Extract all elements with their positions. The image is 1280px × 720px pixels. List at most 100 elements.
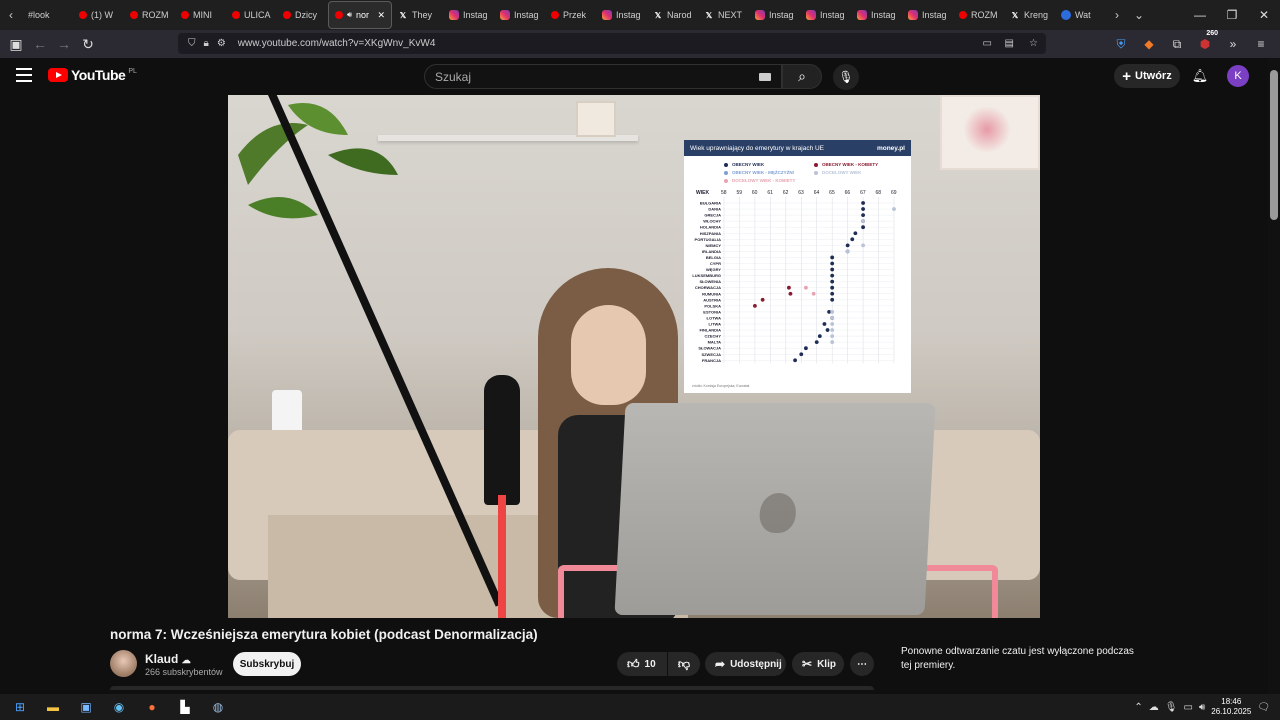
taskbar-clock[interactable]: 18:46 26.10.2025	[1211, 697, 1251, 717]
shield-icon[interactable]: ⛉	[188, 38, 196, 49]
extension-fox-icon[interactable]: ◆	[1136, 32, 1162, 56]
dislike-button[interactable]: 👎︎	[668, 652, 700, 676]
close-tab-icon[interactable]: ✕	[377, 10, 385, 21]
microphone-tray-icon[interactable]: 🎙︎	[1165, 702, 1178, 713]
chart-point	[825, 328, 830, 332]
browser-tab[interactable]: Instag	[749, 1, 800, 29]
browser-tab[interactable]: ULICA	[226, 1, 277, 29]
file-explorer-icon[interactable]: ▬	[40, 695, 66, 719]
browser-tab[interactable]: Przek	[545, 1, 596, 29]
description-box[interactable]	[110, 686, 874, 690]
keyboard-icon[interactable]	[759, 73, 771, 81]
bookmark-star-icon[interactable]: ☆	[1029, 38, 1038, 49]
account-avatar[interactable]: K	[1227, 65, 1249, 87]
youtube-logo[interactable]: YouTube PL	[48, 67, 137, 83]
scrollbar-thumb[interactable]	[1270, 70, 1278, 220]
browser-tab[interactable]: Instag	[851, 1, 902, 29]
permissions-icon[interactable]: ⚙︎	[217, 38, 226, 49]
chart-category-label: HOLANDIA	[700, 225, 721, 230]
browser-tab[interactable]: 𝕏 They	[392, 1, 443, 29]
browser-tab[interactable]: 𝕏 NEXT	[698, 1, 749, 29]
browser-tab[interactable]: Instag	[494, 1, 545, 29]
sidebar-toggle-icon[interactable]: ▣	[4, 32, 28, 56]
reload-icon[interactable]: ↻	[76, 32, 100, 56]
close-window-icon[interactable]: ✕	[1248, 0, 1280, 30]
overflow-icon[interactable]: »	[1220, 32, 1246, 56]
extension-shield-icon[interactable]: ⛨	[1108, 32, 1134, 56]
browser-tab[interactable]: Instag	[596, 1, 647, 29]
extensions-icon[interactable]: ⧉	[1164, 32, 1190, 56]
browser-tab-label: ROZM	[142, 10, 169, 20]
browser-tab-label: Instag	[820, 10, 845, 20]
firefox-icon[interactable]: ●	[139, 695, 165, 719]
browser-tab[interactable]: #look	[22, 1, 73, 29]
chart-legend-dot	[724, 163, 728, 168]
share-button[interactable]: ➦ Udostępnij	[705, 652, 786, 676]
ublock-icon[interactable]: ⬢ 260	[1192, 30, 1218, 56]
chart-point	[814, 340, 819, 345]
youtube-favicon-icon	[232, 11, 240, 19]
steam-icon[interactable]: ◉	[106, 695, 132, 719]
windows-start-icon[interactable]: ⊞	[7, 695, 33, 719]
tab-scroll-left-icon[interactable]: ‹	[0, 1, 22, 29]
browser-tab[interactable]: Instag	[800, 1, 851, 29]
browser-tab-label: Przek	[563, 10, 587, 20]
chart-category-label: FINLANDIA	[699, 328, 721, 333]
onedrive-icon[interactable]: ☁	[1149, 702, 1159, 713]
browser-tab[interactable]: ROZM	[124, 1, 175, 29]
page-scrollbar[interactable]	[1268, 58, 1280, 694]
tab-list-dropdown-icon[interactable]: ⌄	[1128, 1, 1150, 29]
chart-category-label: CHORWACJA	[695, 285, 721, 290]
back-icon[interactable]: ←	[28, 32, 52, 56]
lock-icon[interactable]: 🔒︎	[204, 38, 209, 49]
chart-category-label: LUKSEMBURG	[692, 273, 721, 278]
video-player[interactable]: Wiek uprawniający do emerytury w krajach…	[228, 95, 1040, 618]
like-button[interactable]: 👍︎ 10	[617, 652, 667, 676]
volume-icon[interactable]: 🔊︎	[1199, 702, 1205, 713]
menu-icon[interactable]: ≡	[1248, 32, 1274, 56]
chart-legend-label: DOCELOWY WIEK	[822, 169, 862, 175]
search-input[interactable]: Szukaj	[424, 64, 782, 89]
browser-tab[interactable]: Dzicy	[277, 1, 328, 29]
chart-point	[830, 328, 835, 332]
chart-point	[892, 207, 896, 211]
search-button[interactable]: ⌕	[782, 64, 822, 89]
restore-icon[interactable]: ❐	[1216, 0, 1248, 30]
browser-tab[interactable]: 𝕏 Narod	[647, 1, 698, 29]
audio-playing-icon[interactable]: 🔊︎	[347, 10, 352, 20]
network-icon[interactable]: ▭	[1183, 702, 1192, 713]
taskbar-app-icon[interactable]: ▣	[73, 695, 99, 719]
channel-avatar[interactable]	[110, 650, 137, 677]
more-actions-button[interactable]: ⋯	[850, 652, 874, 676]
minimize-icon[interactable]: —	[1184, 0, 1216, 30]
pip-icon[interactable]: ▭	[983, 38, 992, 49]
notifications-center-icon[interactable]: 🗨︎	[1257, 702, 1270, 713]
browser-tab[interactable]: MINI	[175, 1, 226, 29]
browser-tab[interactable]: (1) W	[73, 1, 124, 29]
channel-name-text[interactable]: Klaud	[145, 652, 178, 666]
subscribe-button[interactable]: Subskrybuj	[233, 652, 301, 676]
browser-tab-label: They	[412, 10, 433, 20]
browser-tab[interactable]: Wat	[1055, 1, 1106, 29]
tab-scroll-right-icon[interactable]: ›	[1106, 1, 1128, 29]
reader-view-icon[interactable]: ▤	[1005, 38, 1014, 49]
address-bar[interactable]: ⛉ 🔒︎ ⚙︎ www.youtube.com/watch?v=XKgWnv_K…	[178, 33, 1046, 54]
url-text[interactable]: www.youtube.com/watch?v=XKgWnv_KvW4	[238, 38, 436, 49]
browser-tab[interactable]: Instag	[902, 1, 953, 29]
channel-name[interactable]: Klaud ☁	[145, 652, 191, 666]
tray-expand-icon[interactable]: ⌃	[1134, 702, 1142, 713]
forward-icon[interactable]: →	[52, 32, 76, 56]
capcut-icon[interactable]: ▙	[172, 695, 198, 719]
notifications-bell-icon[interactable]: 🔔︎	[1190, 66, 1210, 86]
guide-menu-icon[interactable]	[16, 68, 32, 82]
chart-point	[845, 243, 850, 248]
browser-tab[interactable]: 𝕏 Kreng	[1004, 1, 1055, 29]
browser-tab[interactable]: Instag	[443, 1, 494, 29]
browser-tab[interactable]: 🔊︎ nor ✕	[328, 1, 392, 29]
browser-tab[interactable]: ROZM	[953, 1, 1004, 29]
clip-button[interactable]: ✂ Klip	[792, 652, 844, 676]
voice-search-button[interactable]: 🎙︎	[833, 64, 859, 90]
create-button[interactable]: + Utwórz	[1114, 64, 1180, 88]
taskbar-app2-icon[interactable]: ◍	[205, 695, 231, 719]
clip-label: Klip	[817, 658, 836, 670]
